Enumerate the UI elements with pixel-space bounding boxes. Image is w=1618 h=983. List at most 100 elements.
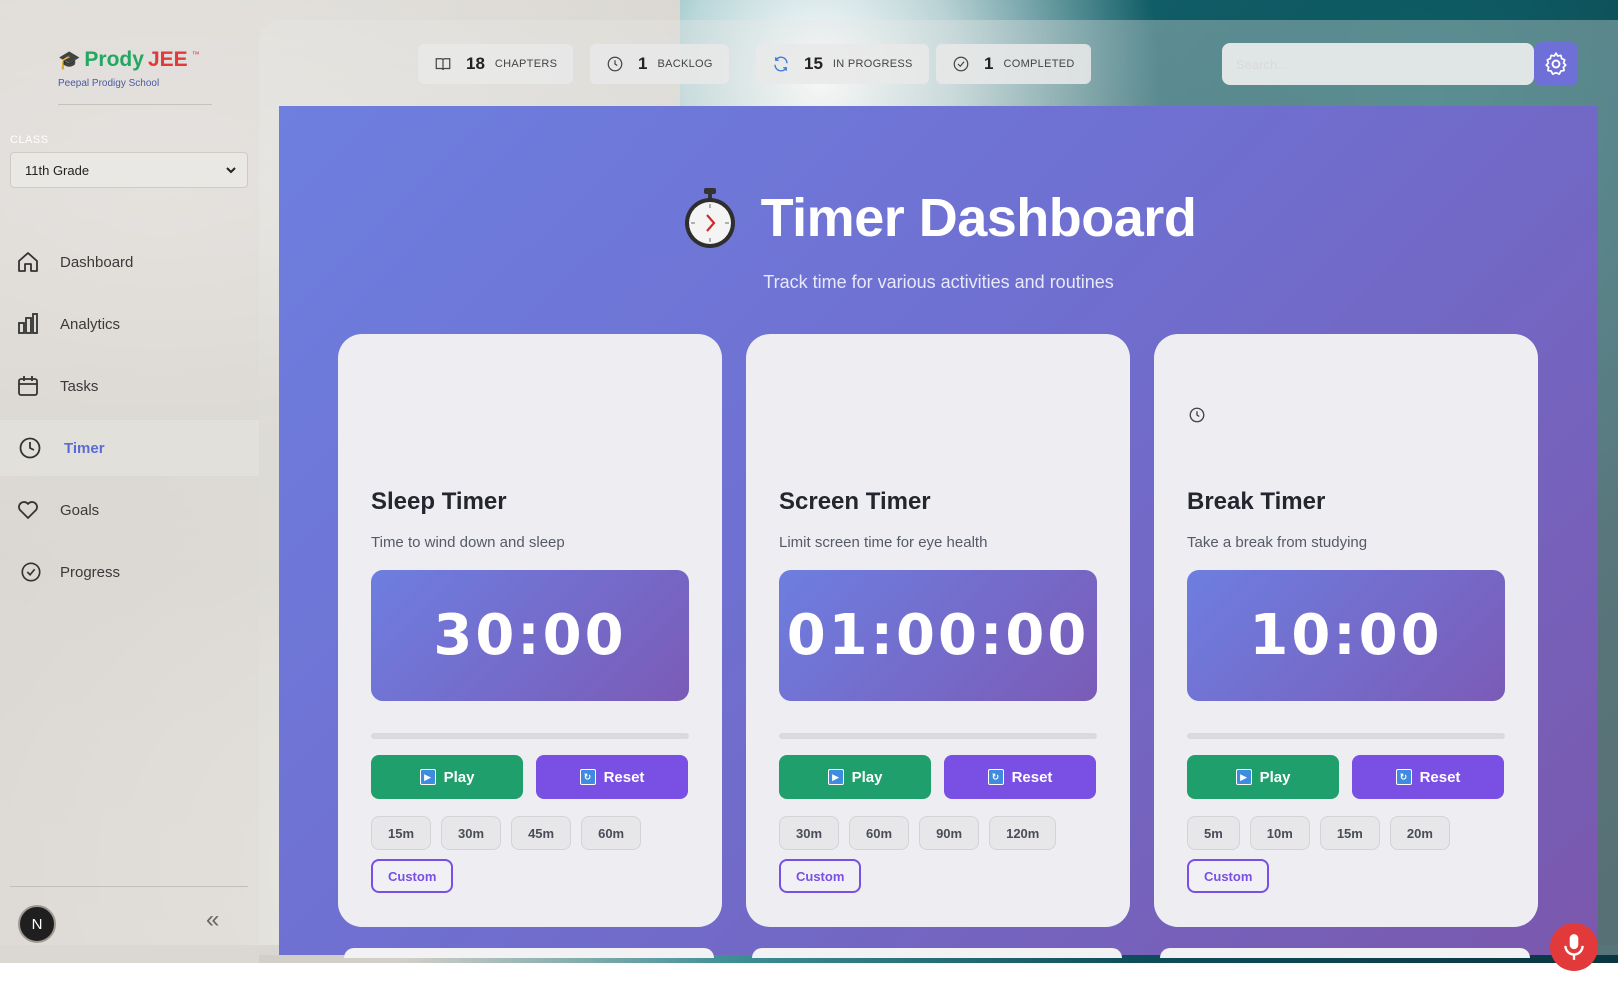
timer-progress-bar	[779, 733, 1097, 739]
play-label: Play	[851, 768, 883, 786]
timer-dashboard-panel: Timer Dashboard Track time for various a…	[279, 106, 1598, 955]
stat-completed[interactable]: 1 COMPLETED	[936, 44, 1091, 84]
class-select-value: 11th Grade	[25, 162, 90, 178]
preset-button[interactable]: 30m	[441, 816, 502, 850]
preset-button[interactable]: 15m	[1319, 816, 1380, 850]
stat-value: 18	[466, 54, 485, 73]
brand-trademark: ™	[191, 49, 200, 59]
brand-name-prody: Prody	[84, 48, 144, 71]
clock-icon	[607, 56, 623, 72]
reset-label: Reset	[1419, 768, 1461, 786]
stat-in-progress[interactable]: 15 IN PROGRESS	[756, 44, 929, 84]
custom-button[interactable]: Custom	[779, 859, 862, 893]
avatar[interactable]: N	[18, 905, 56, 943]
preset-button[interactable]: 90m	[919, 816, 980, 850]
refresh-icon: ↻	[987, 769, 1004, 785]
stat-caption: COMPLETED	[1003, 58, 1075, 70]
custom-button[interactable]: Custom	[371, 859, 454, 893]
play-icon: ▶	[1235, 769, 1252, 785]
preset-button[interactable]: 20m	[1389, 816, 1450, 850]
clock-icon	[19, 437, 41, 459]
sidebar-item-label: Goals	[60, 501, 100, 519]
play-button[interactable]: ▶ Play	[1187, 755, 1339, 799]
check-circle-icon	[953, 56, 969, 72]
timer-description: Limit screen time for eye health	[779, 534, 988, 551]
play-button[interactable]: ▶ Play	[779, 755, 931, 799]
graduation-cap-icon: 🎓	[58, 50, 81, 70]
sidebar-item-analytics[interactable]: Analytics	[0, 296, 259, 352]
sidebar-item-goals[interactable]: Goals	[0, 482, 259, 538]
search-input[interactable]	[1222, 43, 1534, 85]
next-card-edge	[752, 948, 1122, 958]
sidebar-item-label: Analytics	[60, 315, 121, 333]
preset-button[interactable]: 10m	[1249, 816, 1310, 850]
stat-caption: IN PROGRESS	[832, 58, 913, 70]
chevron-down-icon	[226, 167, 236, 174]
next-card-edge	[1160, 948, 1530, 958]
sleep-timer-card: Sleep Timer Time to wind down and sleep …	[338, 334, 722, 927]
sidebar-item-timer[interactable]: Timer	[0, 420, 259, 476]
sidebar-item-label: Progress	[60, 563, 121, 581]
preset-group: 15m 30m 45m 60m	[371, 816, 642, 850]
reset-button[interactable]: ↻ Reset	[944, 755, 1096, 799]
page-title: Timer Dashboard	[760, 188, 1197, 248]
preset-group: 5m 10m 15m 20m	[1187, 816, 1450, 850]
screen-timer-card: Screen Timer Limit screen time for eye h…	[746, 334, 1130, 927]
timer-display: 10:00	[1187, 570, 1505, 701]
heart-icon	[18, 501, 38, 519]
reset-button[interactable]: ↻ Reset	[536, 755, 688, 799]
clock-icon	[1189, 407, 1205, 423]
preset-button[interactable]: 30m	[779, 816, 840, 850]
sidebar-item-label: Timer	[64, 439, 105, 457]
timer-title: Screen Timer	[779, 488, 931, 515]
stat-caption: BACKLOG	[657, 58, 713, 70]
book-icon	[435, 58, 451, 71]
reset-label: Reset	[1011, 768, 1053, 786]
class-label: CLASS	[10, 134, 49, 146]
preset-button[interactable]: 45m	[511, 816, 572, 850]
timer-display: 30:00	[371, 570, 689, 701]
sidebar: 🎓 Prody JEE ™ Peepal Prodigy School CLAS…	[0, 0, 259, 963]
timer-display: 01:00:00	[779, 570, 1097, 701]
play-label: Play	[443, 768, 475, 786]
class-select[interactable]: 11th Grade	[10, 152, 248, 188]
refresh-icon: ↻	[1395, 769, 1412, 785]
timer-description: Take a break from studying	[1187, 534, 1368, 551]
stat-chapters[interactable]: 18 CHAPTERS	[418, 44, 574, 84]
brand-logo[interactable]: 🎓 Prody JEE ™ Peepal Prodigy School	[58, 48, 200, 89]
timer-description: Time to wind down and sleep	[371, 534, 565, 551]
next-card-edge	[344, 948, 714, 958]
gear-icon	[1545, 52, 1567, 75]
sidebar-item-progress[interactable]: Progress	[0, 544, 259, 600]
play-button[interactable]: ▶ Play	[371, 755, 523, 799]
refresh-icon	[774, 56, 788, 72]
preset-button[interactable]: 60m	[849, 816, 910, 850]
sidebar-item-dashboard[interactable]: Dashboard	[0, 234, 259, 290]
stat-backlog[interactable]: 1 BACKLOG	[590, 44, 729, 84]
sidebar-item-tasks[interactable]: Tasks	[0, 358, 259, 414]
check-circle-icon	[21, 562, 41, 582]
voice-input-button[interactable]	[1550, 923, 1598, 971]
refresh-icon: ↻	[579, 769, 596, 785]
stat-caption: CHAPTERS	[494, 58, 558, 70]
brand-name-jee: JEE	[147, 48, 188, 71]
timer-title: Sleep Timer	[371, 488, 507, 515]
brand-subtitle: Peepal Prodigy School	[58, 78, 160, 89]
sidebar-item-label: Dashboard	[60, 253, 134, 271]
reset-label: Reset	[603, 768, 645, 786]
preset-button[interactable]: 15m	[371, 816, 432, 850]
sidebar-divider	[10, 886, 248, 887]
preset-group: 30m 60m 90m 120m	[779, 816, 1057, 850]
collapse-sidebar-icon[interactable]: «	[206, 906, 219, 934]
preset-button[interactable]: 5m	[1187, 816, 1240, 850]
play-icon: ▶	[419, 769, 436, 785]
settings-button[interactable]	[1534, 42, 1578, 86]
custom-button[interactable]: Custom	[1187, 859, 1270, 893]
stopwatch-icon	[684, 188, 735, 248]
bar-chart-icon	[18, 313, 38, 334]
page-subtitle: Track time for various activities and ro…	[763, 272, 1114, 292]
preset-button[interactable]: 120m	[989, 816, 1057, 850]
stat-value: 15	[804, 54, 823, 73]
preset-button[interactable]: 60m	[581, 816, 642, 850]
reset-button[interactable]: ↻ Reset	[1352, 755, 1504, 799]
